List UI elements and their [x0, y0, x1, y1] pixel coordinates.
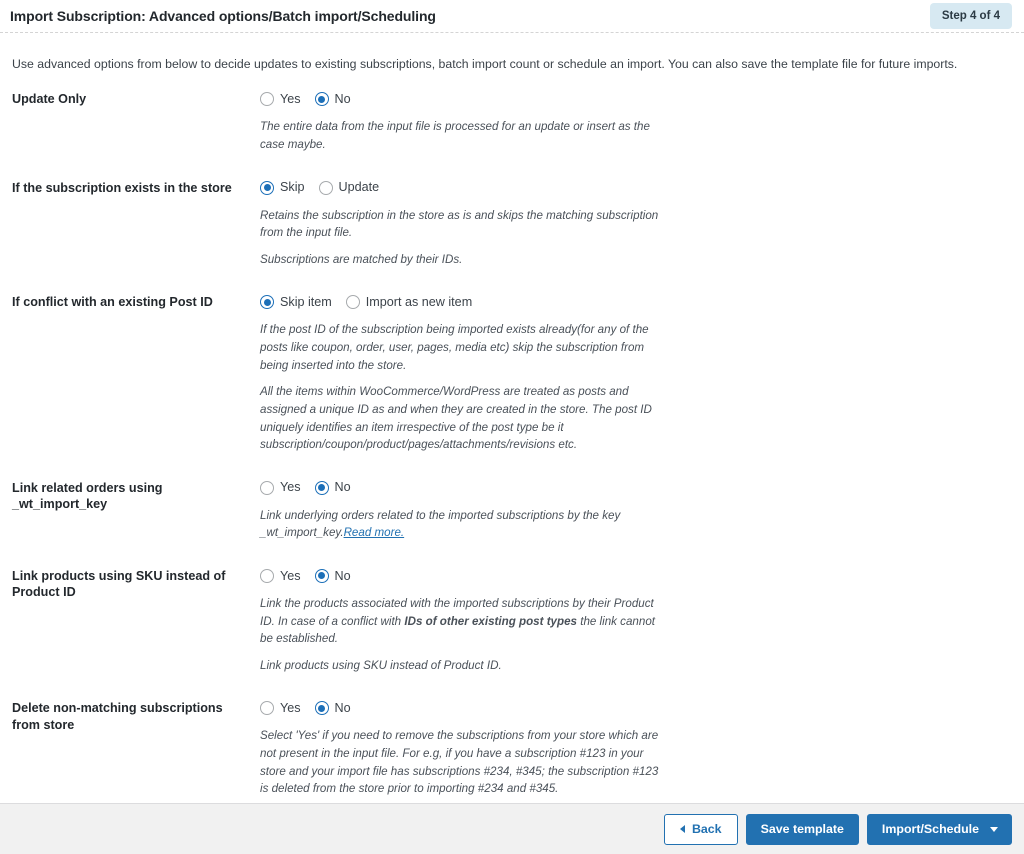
radio-link-products-sku-no[interactable]: No — [314, 568, 351, 583]
radio-group-delete-non-matching: Yes No — [260, 698, 1012, 718]
field-delete-non-matching: Delete non-matching subscriptions from s… — [12, 698, 1012, 797]
radio-group-update-only: Yes No — [260, 89, 1012, 109]
field-subscription-exists: If the subscription exists in the store … — [12, 178, 1012, 269]
field-help-text: Retains the subscription in the store as… — [260, 208, 659, 240]
field-control: Yes No Link the products associated with… — [260, 566, 1012, 674]
chevron-left-icon — [679, 825, 685, 833]
radio-link-related-orders-yes[interactable]: Yes — [260, 480, 301, 495]
page-header: Import Subscription: Advanced options/Ba… — [0, 0, 1024, 32]
radio-link-related-orders-no[interactable]: No — [314, 480, 351, 495]
field-help-text: Link the products associated with the im… — [260, 595, 660, 648]
radio-link-products-sku-yes[interactable]: Yes — [260, 568, 301, 583]
help-text-body: Link underlying orders related to the im… — [260, 508, 621, 540]
radio-label: Update — [338, 180, 380, 195]
save-template-button[interactable]: Save template — [745, 813, 859, 845]
radio-label: No — [334, 701, 351, 716]
page-title: Import Subscription: Advanced options/Ba… — [10, 8, 436, 24]
field-label: Update Only — [12, 92, 87, 107]
radio-delete-non-matching-no[interactable]: No — [314, 701, 351, 716]
radio-label: Yes — [280, 568, 301, 583]
radio-label: No — [334, 568, 351, 583]
field-label: Delete non-matching subscriptions from s… — [12, 701, 223, 732]
radio-icon[interactable] — [314, 701, 329, 716]
radio-icon[interactable] — [314, 568, 329, 583]
radio-label: Yes — [280, 92, 301, 107]
radio-update-only-no[interactable]: No — [314, 92, 351, 107]
radio-post-id-import-as-new[interactable]: Import as new item — [345, 295, 473, 310]
field-control: Skip item Import as new item If the post… — [260, 292, 1012, 453]
radio-label: Import as new item — [365, 295, 473, 310]
help-text-emphasis: IDs of other existing post types — [404, 614, 577, 628]
field-help-text: The entire data from the input file is p… — [260, 120, 650, 152]
field-control: Yes No Select 'Yes' if you need to remov… — [260, 698, 1012, 797]
field-help-text-secondary: Subscriptions are matched by their IDs. — [260, 252, 463, 266]
field-help-text: Link underlying orders related to the im… — [260, 507, 660, 542]
intro-text: Use advanced options from below to decid… — [12, 57, 958, 71]
radio-subscription-exists-skip[interactable]: Skip — [260, 180, 305, 195]
radio-icon[interactable] — [314, 480, 329, 495]
radio-icon[interactable] — [260, 701, 274, 716]
footer-actions: Back Save template Import/Schedule — [0, 803, 1024, 854]
save-template-button-label: Save template — [760, 822, 844, 836]
radio-update-only-yes[interactable]: Yes — [260, 92, 301, 107]
radio-subscription-exists-update[interactable]: Update — [318, 180, 380, 195]
field-label: If conflict with an existing Post ID — [12, 295, 213, 310]
radio-icon[interactable] — [260, 295, 274, 310]
radio-icon[interactable] — [318, 180, 333, 195]
chevron-down-icon[interactable] — [990, 826, 998, 832]
read-more-link[interactable]: Read more. — [344, 526, 405, 539]
radio-label: Yes — [280, 480, 301, 495]
field-control: Yes No The entire data from the input fi… — [260, 89, 1012, 153]
radio-icon[interactable] — [314, 92, 329, 107]
field-link-related-orders: Link related orders using _wt_import_key… — [12, 478, 1012, 542]
radio-group-subscription-exists: Skip Update — [260, 178, 1012, 198]
radio-group-link-products-sku: Yes No — [260, 566, 1012, 586]
radio-label: Yes — [280, 701, 301, 716]
field-help-text: Select 'Yes' if you need to remove the s… — [260, 729, 659, 796]
import-schedule-button[interactable]: Import/Schedule — [866, 813, 1012, 845]
radio-icon[interactable] — [260, 180, 274, 195]
radio-post-id-skip-item[interactable]: Skip item — [260, 295, 332, 310]
back-button-label: Back — [691, 822, 722, 836]
field-help-text-secondary: Link products using SKU instead of Produ… — [260, 658, 502, 672]
radio-icon[interactable] — [260, 480, 274, 495]
radio-label: No — [334, 480, 351, 495]
radio-label: Skip item — [280, 295, 332, 310]
import-schedule-button-label: Import/Schedule — [881, 822, 979, 836]
advanced-options-form: Update Only Yes No The entire data from … — [0, 73, 1024, 797]
field-label: If the subscription exists in the store — [12, 180, 232, 195]
radio-icon[interactable] — [260, 568, 274, 583]
field-label: Link products using SKU instead of Produ… — [12, 568, 226, 600]
radio-icon[interactable] — [260, 92, 274, 107]
status-badge: Step 4 of 4 — [929, 3, 1012, 29]
radio-label: Skip — [280, 180, 305, 195]
field-help-text-secondary: All the items within WooCommerce/WordPre… — [260, 385, 652, 452]
field-link-products-sku: Link products using SKU instead of Produ… — [12, 566, 1012, 674]
field-label: Link related orders using _wt_import_key — [12, 480, 163, 511]
radio-label: No — [334, 92, 351, 107]
field-post-id-conflict: If conflict with an existing Post ID Ski… — [12, 292, 1012, 453]
radio-delete-non-matching-yes[interactable]: Yes — [260, 701, 301, 716]
back-button[interactable]: Back — [663, 813, 738, 845]
field-control: Skip Update Retains the subscription in … — [260, 178, 1012, 269]
field-update-only: Update Only Yes No The entire data from … — [12, 89, 1012, 153]
radio-group-link-related-orders: Yes No — [260, 478, 1012, 498]
field-help-text: If the post ID of the subscription being… — [260, 323, 649, 372]
field-control: Yes No Link underlying orders related to… — [260, 478, 1012, 542]
radio-icon[interactable] — [345, 295, 360, 310]
radio-group-post-id-conflict: Skip item Import as new item — [260, 292, 1012, 312]
